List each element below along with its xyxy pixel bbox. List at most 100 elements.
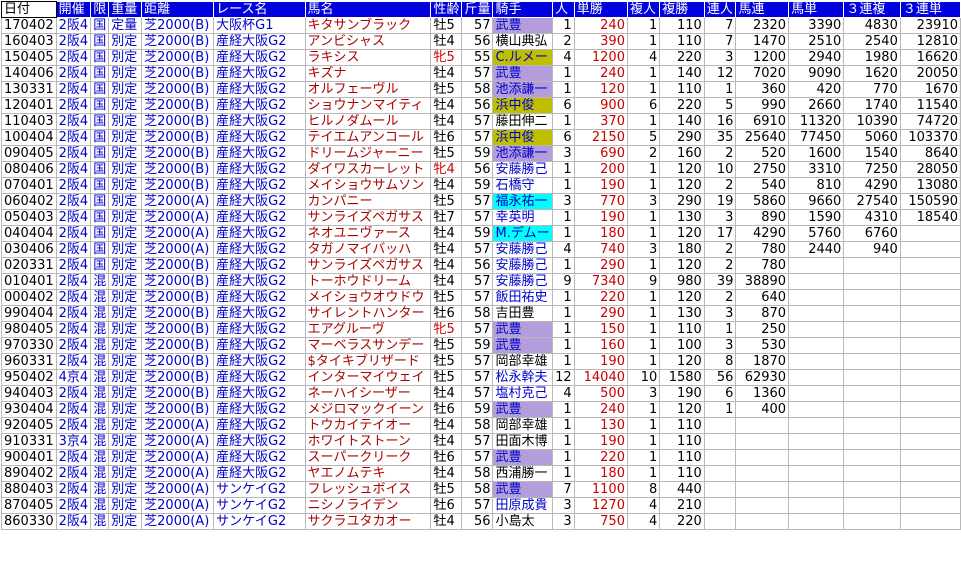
column-header[interactable]: 連人	[703, 1, 737, 18]
horse-name-cell: フレッシュボイス	[304, 481, 432, 498]
date-cell: 050403	[1, 209, 57, 226]
jockey-cell: 武豊	[492, 401, 554, 418]
horse-name-cell: カンパニー	[304, 193, 432, 210]
place-popularity-cell: 1	[626, 257, 661, 274]
table-row[interactable]: 060402 2阪4 国別定 芝2000(A) 産経大阪G2 カンパニー 牡5 57 福永祐一 3…	[1, 193, 961, 210]
table-row[interactable]: 990404 2阪4 混別定 芝2000(B) 産経大阪G2 サイレントハンター 牡6 58 吉…	[1, 305, 961, 322]
sex-age-cell: 牡4	[430, 433, 463, 450]
jockey-cell: 安藤勝己	[492, 241, 554, 258]
jockey-cell: 池添謙一	[492, 145, 554, 162]
table-row[interactable]: 020331 2阪4 国別定 芝2000(B) 産経大阪G2 サンライズペガサス 牡4 56 安…	[1, 257, 961, 274]
trio-payout-cell: 5060	[843, 129, 901, 146]
trifecta-payout-cell	[899, 305, 961, 322]
win-odds-cell: 390	[573, 33, 628, 50]
sex-age-cell: 牡4	[430, 385, 463, 402]
column-header[interactable]: 単勝	[573, 1, 628, 18]
place-popularity-cell: 1	[626, 209, 661, 226]
place-payout-cell: 1580	[659, 369, 705, 386]
column-header[interactable]: 斤量	[461, 1, 494, 18]
table-row[interactable]: 030406 2阪4 国別定 芝2000(A) 産経大阪G2 タガノマイバッハ 牡4 57 安藤…	[1, 241, 961, 258]
table-row[interactable]: 100404 2阪4 国別定 芝2000(B) 産経大阪G2 テイエムアンコール 牡6 57 浜…	[1, 129, 961, 146]
column-header[interactable]: 騎手	[492, 1, 554, 18]
table-row[interactable]: 090405 2阪4 国別定 芝2000(B) 産経大阪G2 ドリームジャーニー 牡5 59 池…	[1, 145, 961, 162]
place-payout-cell: 140	[659, 65, 705, 82]
table-row[interactable]: 960331 2阪4 混別定 芝2000(B) 産経大阪G2 $タイキブリザード 牡5 57 岡…	[1, 353, 961, 370]
horse-name-cell: ショウナンマイティ	[304, 97, 432, 114]
carried-weight-cell: 56	[461, 257, 494, 274]
horse-name-cell: ホワイトストーン	[304, 433, 432, 450]
date-cell: 160403	[1, 33, 57, 50]
table-row[interactable]: 890402 2阪4 混別定 芝2000(A) 産経大阪G2 ヤエノムテキ 牡4 58 西浦勝一…	[1, 465, 961, 482]
column-header[interactable]: 馬単	[788, 1, 845, 18]
quinella-payout-cell: 870	[735, 305, 790, 322]
column-header[interactable]: 馬名	[304, 1, 432, 18]
column-header[interactable]: ３連複	[843, 1, 901, 18]
table-row[interactable]: 000402 2阪4 混別定 芝2000(B) 産経大阪G2 メイショウオウドウ 牡5 57 飯…	[1, 289, 961, 306]
meeting-cell: 2阪4	[55, 417, 92, 434]
date-cell: 890402	[1, 465, 57, 482]
horse-name-cell: オルフェーヴル	[304, 81, 432, 98]
table-row[interactable]: 150405 2阪4 国別定 芝2000(B) 産経大阪G2 ラキシス 牝5 55 C.ルメー 4…	[1, 49, 961, 66]
trifecta-payout-cell: 1670	[899, 81, 961, 98]
exacta-payout-cell: 3310	[788, 161, 845, 178]
table-row[interactable]: 870405 2阪4 混別定 芝2000(A) サンケイG2 ニシノライデン 牡6 57 田原成…	[1, 497, 961, 514]
weight-rule-cell: 別定	[108, 401, 143, 418]
table-row[interactable]: 170402 2阪4 国定量 芝2000(B) 大阪杯G1 キタサンブラック 牡5 57 武豊 1…	[1, 17, 961, 34]
table-row[interactable]: 970330 2阪4 混別定 芝2000(B) 産経大阪G2 マーベラスサンデー 牡5 59 武…	[1, 337, 961, 354]
trio-payout-cell	[843, 449, 901, 466]
date-cell: 950402	[1, 369, 57, 386]
table-row[interactable]: 920405 2阪4 混別定 芝2000(A) 産経大阪G2 トウカイテイオー 牡4 58 岡部…	[1, 417, 961, 434]
race-name-cell: 産経大阪G2	[213, 161, 306, 178]
table-row[interactable]: 130331 2阪4 国別定 芝2000(B) 産経大阪G2 オルフェーヴル 牡5 58 池添謙…	[1, 81, 961, 98]
table-row[interactable]: 900401 2阪4 混別定 芝2000(A) 産経大阪G2 スーパークリーク 牡6 57 武豊…	[1, 449, 961, 466]
table-row[interactable]: 140406 2阪4 国別定 芝2000(B) 産経大阪G2 キズナ 牡4 57 武豊 1 240 1…	[1, 65, 961, 82]
race-name-cell: 産経大阪G2	[213, 129, 306, 146]
place-popularity-cell: 1	[626, 449, 661, 466]
win-odds-cell: 1270	[573, 497, 628, 514]
table-row[interactable]: 930404 2阪4 混別定 芝2000(B) 産経大阪G2 メジロマックイーン 牡6 59 武…	[1, 401, 961, 418]
column-header[interactable]: 日付	[1, 1, 57, 18]
table-row[interactable]: 120401 2阪4 国別定 芝2000(B) 産経大阪G2 ショウナンマイティ 牡4 56 浜…	[1, 97, 961, 114]
trifecta-payout-cell: 13080	[899, 177, 961, 194]
column-header[interactable]: 馬連	[735, 1, 790, 18]
weight-rule-cell: 別定	[108, 289, 143, 306]
table-row[interactable]: 080406 2阪4 国別定 芝2000(B) 産経大阪G2 ダイワスカーレット 牝4 56 安…	[1, 161, 961, 178]
win-odds-cell: 130	[573, 417, 628, 434]
table-row[interactable]: 880403 2阪4 混別定 芝2000(A) サンケイG2 フレッシュボイス 牡5 58 武豊…	[1, 481, 961, 498]
column-header[interactable]: ３連単	[899, 1, 961, 18]
column-header[interactable]: 限	[90, 1, 110, 18]
table-row[interactable]: 110403 2阪4 国別定 芝2000(B) 産経大阪G2 ヒルノダムール 牡4 57 藤田伸…	[1, 113, 961, 130]
jockey-cell: 安藤勝己	[492, 161, 554, 178]
column-header[interactable]: 性齢	[430, 1, 463, 18]
table-row[interactable]: 040404 2阪4 国別定 芝2000(A) 産経大阪G2 ネオユニヴァース 牡4 59 M.…	[1, 225, 961, 242]
table-row[interactable]: 860330 2阪4 混別定 芝2000(A) サンケイG2 サクラユタカオー 牡4 56 小島…	[1, 513, 961, 530]
sex-age-cell: 牡4	[430, 33, 463, 50]
place-popularity-cell: 1	[626, 81, 661, 98]
exacta-payout-cell	[788, 289, 845, 306]
column-header[interactable]: 開催	[55, 1, 92, 18]
race-name-cell: 産経大阪G2	[213, 65, 306, 82]
quinella-popularity-cell	[703, 433, 737, 450]
restriction-cell: 国	[90, 177, 110, 194]
column-header[interactable]: 複人	[626, 1, 661, 18]
weight-rule-cell: 別定	[108, 497, 143, 514]
column-header[interactable]: 距離	[141, 1, 215, 18]
horse-name-cell: テイエムアンコール	[304, 129, 432, 146]
exacta-payout-cell: 810	[788, 177, 845, 194]
table-row[interactable]: 980405 2阪4 混別定 芝2000(B) 産経大阪G2 エアグルーヴ 牝5 57 武豊 1 1…	[1, 321, 961, 338]
carried-weight-cell: 58	[461, 481, 494, 498]
column-header[interactable]: 重量	[108, 1, 143, 18]
quinella-payout-cell	[735, 481, 790, 498]
table-row[interactable]: 050403 2阪4 国別定 芝2000(A) 産経大阪G2 サンライズペガサス 牡7 57 幸…	[1, 209, 961, 226]
table-row[interactable]: 160403 2阪4 国別定 芝2000(B) 産経大阪G2 アンビシャス 牡4 56 横山典弘…	[1, 33, 961, 50]
restriction-cell: 国	[90, 49, 110, 66]
column-header[interactable]: 複勝	[659, 1, 705, 18]
popularity-cell: 6	[552, 129, 575, 146]
column-header[interactable]: レース名	[213, 1, 306, 18]
column-header[interactable]: 人	[552, 1, 575, 18]
table-row[interactable]: 910331 3京4 混別定 芝2000(A) 産経大阪G2 ホワイトストーン 牡4 57 田面…	[1, 433, 961, 450]
table-row[interactable]: 070401 2阪4 国別定 芝2000(B) 産経大阪G2 メイショウサムソン 牡4 59 石…	[1, 177, 961, 194]
table-row[interactable]: 940403 2阪4 混別定 芝2000(B) 産経大阪G2 ネーハイシーザー 牡4 57 塩村…	[1, 385, 961, 402]
table-row[interactable]: 950402 4京4 混別定 芝2000(B) 産経大阪G2 インターマイウェイ 牡5 57 松…	[1, 369, 961, 386]
table-row[interactable]: 010401 2阪4 混別定 芝2000(B) 産経大阪G2 トーホウドリーム 牡4 57 安藤…	[1, 273, 961, 290]
